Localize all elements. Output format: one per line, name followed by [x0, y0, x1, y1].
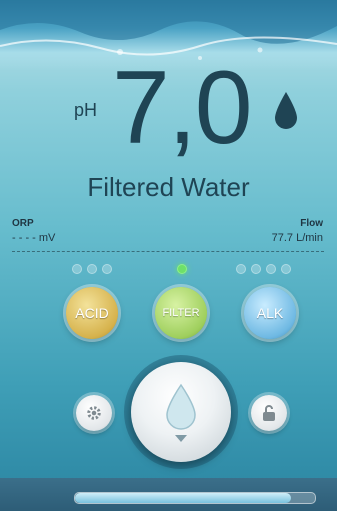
alk-level-dot	[266, 264, 276, 274]
progress-bar	[74, 492, 316, 504]
acid-level-dot	[102, 264, 112, 274]
filter-button-label: FILTER	[162, 307, 200, 319]
ph-value: 7,0	[112, 50, 253, 166]
alk-level-dot	[281, 264, 291, 274]
alk-button[interactable]: ALK	[244, 287, 296, 339]
acid-level-dot	[87, 264, 97, 274]
orp-value: - - - - mV	[12, 232, 56, 244]
flow-value: 77.7 L/min	[271, 232, 323, 244]
flow-title: Flow	[300, 218, 323, 229]
alk-level-dot	[251, 264, 261, 274]
lock-icon	[263, 405, 275, 421]
water-drop-dispense-icon	[166, 383, 196, 442]
ph-reading: pH 7,0	[0, 56, 337, 166]
filter-active-indicator	[177, 264, 187, 274]
acid-button[interactable]: ACID	[66, 287, 118, 339]
alk-button-label: ALK	[256, 305, 284, 321]
acid-level-dot	[72, 264, 82, 274]
progress-fill	[75, 493, 291, 503]
divider	[12, 251, 324, 252]
water-status-label: Filtered Water	[87, 172, 250, 202]
orp-title: ORP	[12, 218, 34, 229]
ph-label: pH	[74, 100, 98, 120]
gear-icon	[87, 406, 101, 420]
dispense-button[interactable]	[131, 362, 231, 462]
acid-button-label: ACID	[75, 305, 109, 321]
lock-button[interactable]	[251, 395, 287, 431]
filter-button[interactable]: FILTER	[155, 287, 207, 339]
settings-button[interactable]	[76, 395, 112, 431]
water-drop-icon	[275, 92, 297, 129]
alk-level-dot	[236, 264, 246, 274]
